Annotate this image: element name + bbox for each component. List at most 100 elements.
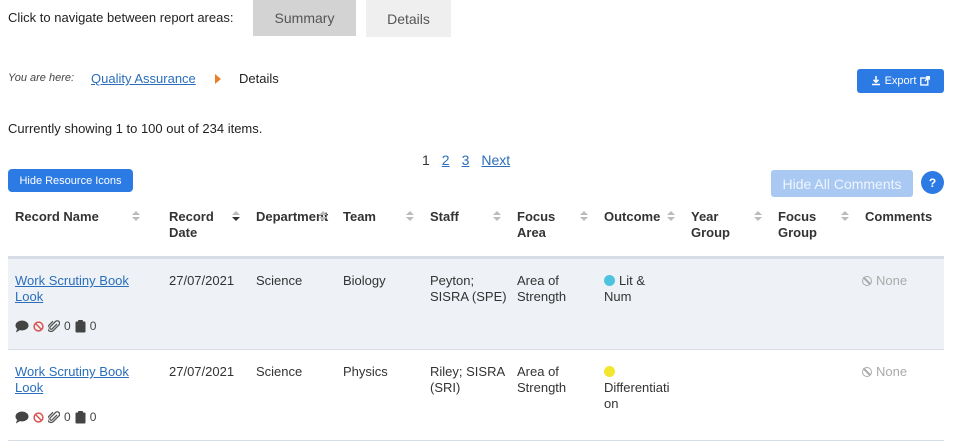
outcome: Differentiati on xyxy=(604,364,670,412)
clipboards-count: 0 xyxy=(89,410,97,424)
header-focus-area[interactable]: Focus Area xyxy=(517,209,555,241)
team: Physics xyxy=(343,364,388,379)
page-link-3[interactable]: 3 xyxy=(462,152,470,168)
attachments-count: 0 xyxy=(64,319,71,333)
hide-resource-icons-button[interactable]: Hide Resource Icons xyxy=(8,169,133,192)
ban-icon xyxy=(862,276,872,286)
breadcrumb-prefix: You are here: xyxy=(8,72,75,84)
comment-icon[interactable] xyxy=(15,411,29,424)
clipboard-icon[interactable] xyxy=(75,319,86,333)
comments-none: None xyxy=(862,364,907,379)
header-record-name[interactable]: Record Name xyxy=(15,209,99,225)
breadcrumb-arrow-icon xyxy=(215,74,221,84)
ban-icon xyxy=(862,367,872,377)
outcome-line1: Lit & xyxy=(619,273,646,288)
department: Science xyxy=(256,364,303,379)
staff-line2: SISRA (SPE) xyxy=(430,289,507,304)
header-year-group[interactable]: Year Group xyxy=(691,209,730,241)
tab-summary[interactable]: Summary xyxy=(253,0,356,36)
sort-icon[interactable] xyxy=(132,211,140,223)
record-name-link[interactable]: Work Scrutiny Book Look xyxy=(15,273,129,305)
staff: Peyton; SISRA (SPE) xyxy=(430,273,507,305)
pagination: 1 2 3 Next xyxy=(422,152,510,168)
focus-area-line2: Strength xyxy=(517,380,567,395)
record-name-line1[interactable]: Work Scrutiny Book xyxy=(15,364,129,380)
help-button[interactable]: ? xyxy=(921,171,944,194)
outcome-line2: on xyxy=(604,396,619,411)
paperclip-icon[interactable] xyxy=(48,319,60,333)
outcome: Lit & Num xyxy=(604,273,645,305)
record-name-link[interactable]: Work Scrutiny Book Look xyxy=(15,364,129,396)
sort-icon[interactable] xyxy=(232,211,240,223)
focus-area-line2: Strength xyxy=(517,289,567,304)
attachments-count: 0 xyxy=(64,410,71,424)
nav-label: Click to navigate between report areas: xyxy=(8,10,234,25)
export-button[interactable]: Export xyxy=(857,69,944,93)
export-label: Export xyxy=(884,75,917,87)
header-focus-area-line1: Focus xyxy=(517,209,556,224)
sort-icon[interactable] xyxy=(667,211,675,223)
focus-area-line1: Area of xyxy=(517,273,559,288)
focus-area-line1: Area of xyxy=(517,364,559,379)
header-team[interactable]: Team xyxy=(343,209,376,225)
record-name-line1[interactable]: Work Scrutiny Book xyxy=(15,273,129,289)
record-date: 27/07/2021 xyxy=(169,273,235,288)
header-record-date-line2: Date xyxy=(169,225,198,240)
breadcrumb-current: Details xyxy=(239,71,279,86)
staff-line1: Peyton; xyxy=(430,273,475,288)
page-link-2[interactable]: 2 xyxy=(442,152,450,168)
header-comments: Comments xyxy=(865,209,933,224)
header-record-date-line1: Record xyxy=(169,209,214,224)
focus-area: Area of Strength xyxy=(517,273,566,305)
focus-area: Area of Strength xyxy=(517,364,566,396)
page-current: 1 xyxy=(422,152,430,168)
header-year-group-line2: Group xyxy=(691,225,730,240)
header-focus-group-line1: Focus xyxy=(778,209,817,224)
sort-icon[interactable] xyxy=(841,211,849,223)
sort-icon[interactable] xyxy=(754,211,762,223)
header-department[interactable]: Department xyxy=(256,209,328,225)
header-staff[interactable]: Staff xyxy=(430,209,459,225)
header-focus-group-line2: Group xyxy=(778,225,817,240)
tab-details[interactable]: Details xyxy=(366,0,451,37)
comments-none-label: None xyxy=(876,364,908,379)
sort-icon[interactable] xyxy=(319,211,327,223)
clipboard-icon[interactable] xyxy=(75,410,86,424)
sort-icon[interactable] xyxy=(580,211,588,223)
outcome-dot-icon xyxy=(604,275,615,286)
ban-red-icon[interactable] xyxy=(33,320,44,332)
page-next-link[interactable]: Next xyxy=(481,152,510,168)
staff: Riley; SISRA (SRI) xyxy=(430,364,505,396)
external-link-icon xyxy=(920,76,931,86)
record-name-line2[interactable]: Look xyxy=(15,289,129,305)
record-date: 27/07/2021 xyxy=(169,364,235,379)
outcome-line1: Differentiati xyxy=(604,380,670,395)
sort-icon[interactable] xyxy=(493,211,501,223)
outcome-line2: Num xyxy=(604,289,632,304)
resource-icons: 0 0 xyxy=(15,410,96,424)
status-showing: Currently showing 1 to 100 out of 234 it… xyxy=(8,121,263,136)
header-outcome[interactable]: Outcome xyxy=(604,209,660,225)
team: Biology xyxy=(343,273,386,288)
header-focus-area-line2: Area xyxy=(517,225,546,240)
sort-icon[interactable] xyxy=(406,211,414,223)
header-year-group-line1: Year xyxy=(691,209,719,224)
staff-line1: Riley; SISRA xyxy=(430,364,506,379)
clipboards-count: 0 xyxy=(89,319,97,333)
header-focus-group[interactable]: Focus Group xyxy=(778,209,817,241)
comments-none-label: None xyxy=(876,273,908,288)
resource-icons: 0 0 xyxy=(15,319,96,333)
record-name-line2[interactable]: Look xyxy=(15,380,129,396)
header-record-date[interactable]: Record Date xyxy=(169,209,214,241)
outcome-dot-icon xyxy=(604,366,615,377)
breadcrumb-link-quality-assurance[interactable]: Quality Assurance xyxy=(91,71,196,86)
ban-red-icon[interactable] xyxy=(33,411,44,423)
paperclip-icon[interactable] xyxy=(48,410,60,424)
download-icon xyxy=(871,76,880,86)
hide-all-comments-button[interactable]: Hide All Comments xyxy=(771,170,913,197)
comment-icon[interactable] xyxy=(15,320,29,333)
comments-none: None xyxy=(862,273,907,288)
department: Science xyxy=(256,273,303,288)
staff-line2: (SRI) xyxy=(430,380,461,395)
row-divider xyxy=(8,440,944,441)
